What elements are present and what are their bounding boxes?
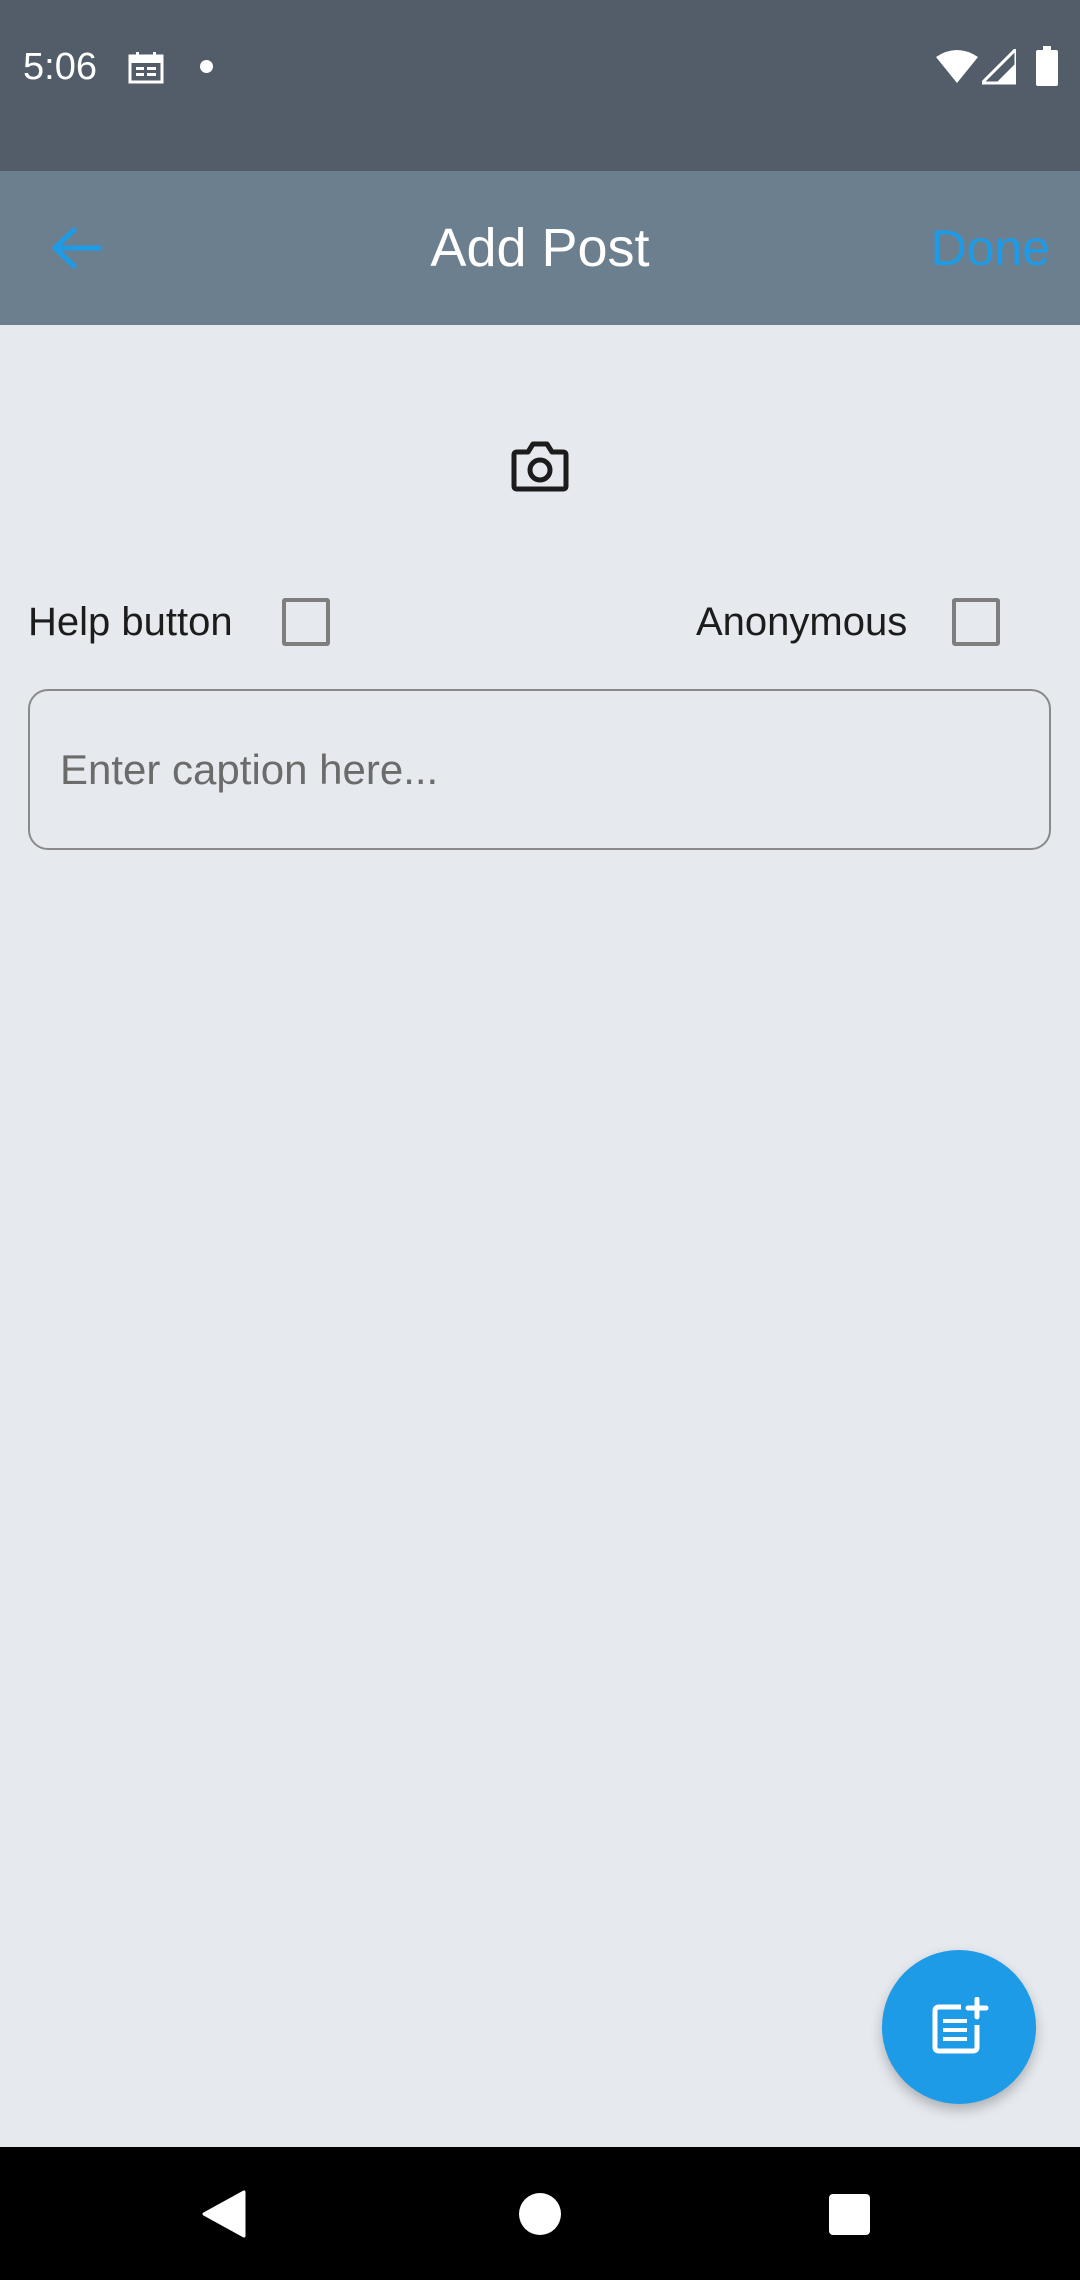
nav-recents-icon[interactable] [829,2194,870,2235]
wifi-icon [936,50,978,83]
battery-icon [1036,46,1058,86]
nav-back-icon[interactable] [202,2190,246,2238]
anonymous-checkbox[interactable] [952,598,1000,646]
calendar-icon [128,52,164,84]
help-button-checkbox[interactable] [282,598,330,646]
add-post-screen: 5:06 Add Post Done Help button Anonymous… [0,0,1080,2280]
nav-home-icon[interactable] [519,2193,561,2235]
anonymous-label: Anonymous [696,600,908,644]
status-bar: 5:06 [0,0,1080,171]
page-title: Add Post [430,218,650,278]
caption-input[interactable] [28,689,1051,850]
navigation-bar [0,2147,1080,2280]
status-time: 5:06 [23,46,97,88]
camera-icon [511,441,569,492]
signal-icon [982,49,1016,85]
add-post-fab[interactable] [882,1950,1036,2104]
add-photo-button[interactable] [502,432,578,500]
done-button[interactable]: Done [930,215,1050,281]
help-button-label: Help button [28,600,233,644]
notification-dot-icon [200,60,213,73]
app-bar: Add Post Done [0,171,1080,325]
post-add-icon [932,1997,989,2054]
